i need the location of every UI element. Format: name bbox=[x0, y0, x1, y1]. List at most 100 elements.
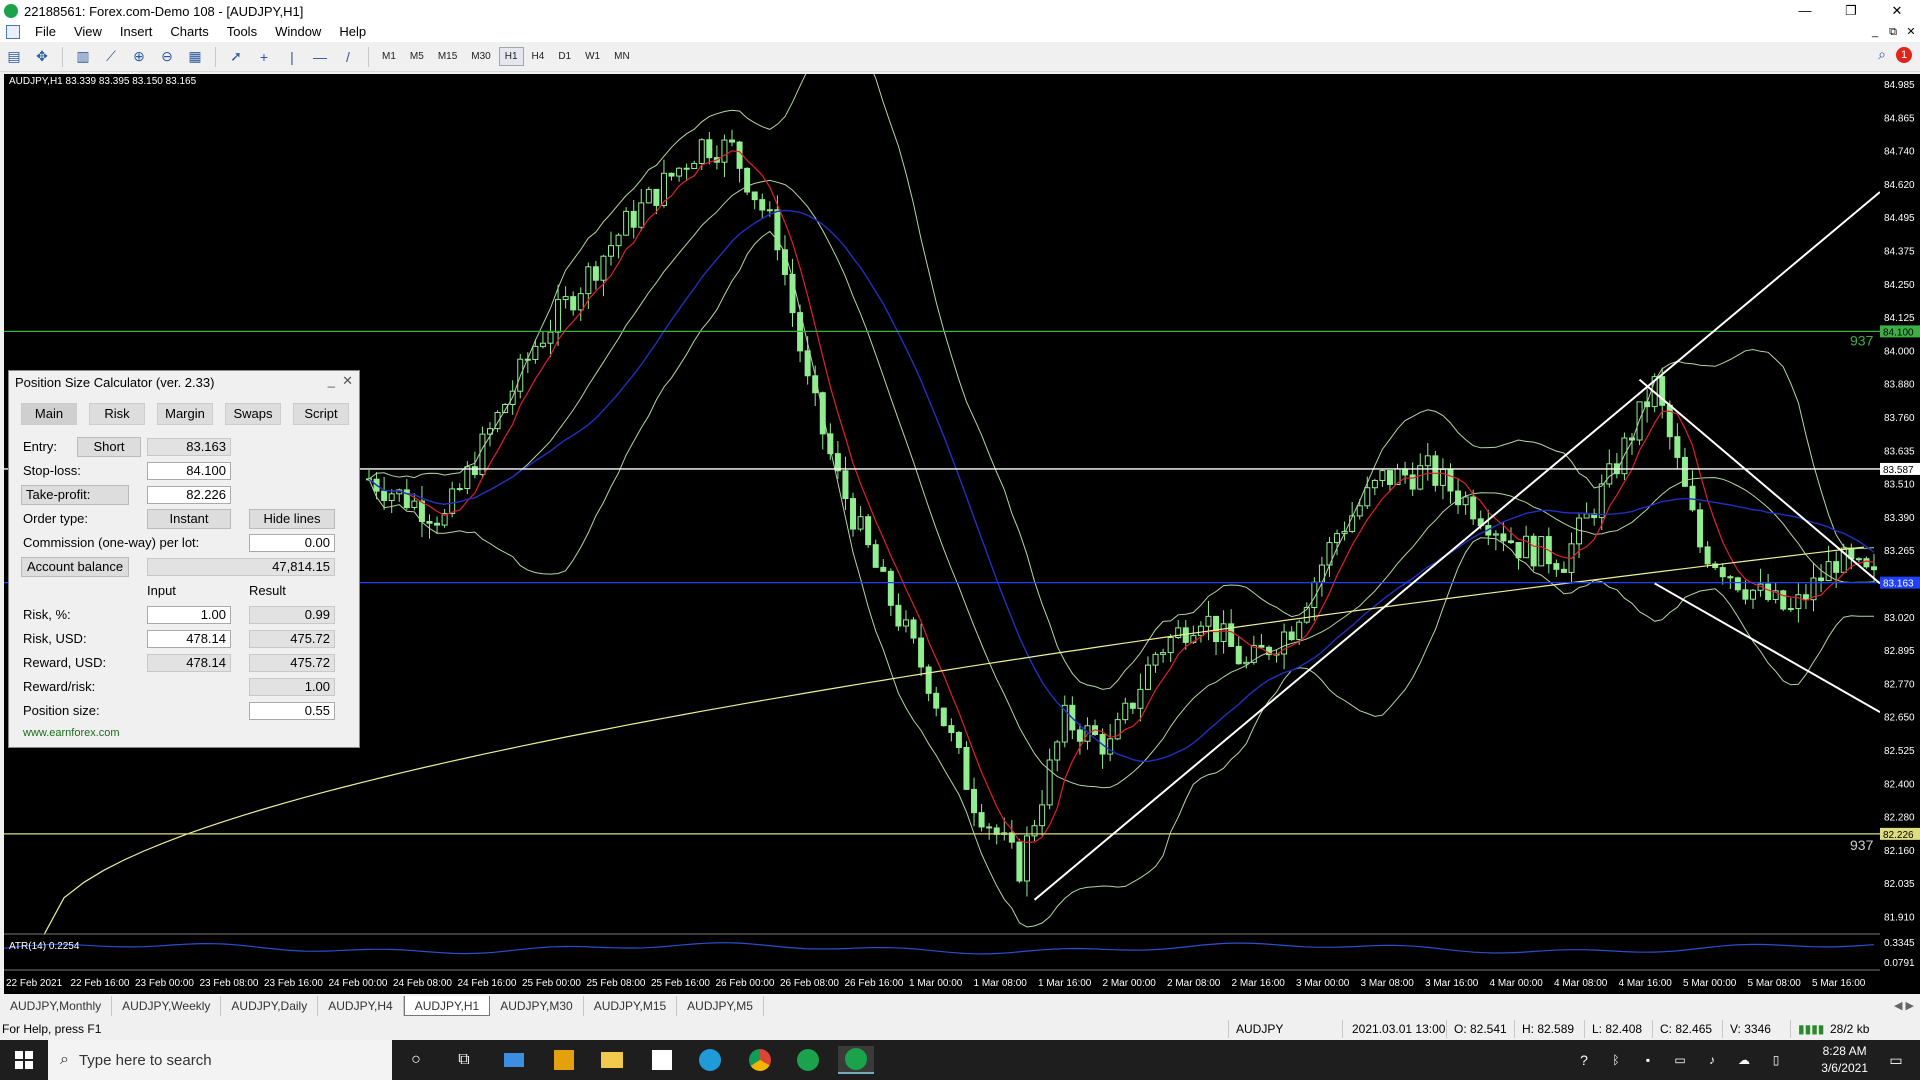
tab-audjpy-monthly[interactable]: AUDJPY,Monthly bbox=[0, 996, 113, 1016]
notifications-icon[interactable]: ▭ bbox=[1878, 1046, 1914, 1074]
tab-swaps[interactable]: Swaps bbox=[225, 403, 281, 425]
tab-margin[interactable]: Margin bbox=[157, 403, 213, 425]
network-icon[interactable]: ▭ bbox=[1662, 1046, 1698, 1074]
help-tray-icon[interactable]: ? bbox=[1566, 1046, 1602, 1074]
menu-tools[interactable]: Tools bbox=[218, 22, 266, 42]
line-chart-icon[interactable]: ⟋ bbox=[100, 46, 122, 68]
mdi-restore-button[interactable]: ⧉ bbox=[1884, 22, 1902, 42]
panel-minimize-button[interactable]: _ bbox=[328, 373, 335, 388]
maximize-button[interactable]: ❐ bbox=[1828, 0, 1874, 22]
zoom-in-icon[interactable]: ⊕ bbox=[128, 46, 150, 68]
bluetooth-icon[interactable]: ᛒ bbox=[1598, 1046, 1634, 1074]
tab-script[interactable]: Script bbox=[293, 403, 349, 425]
tab-audjpy-weekly[interactable]: AUDJPY,Weekly bbox=[112, 996, 222, 1016]
tf-m30[interactable]: M30 bbox=[465, 47, 496, 66]
risk-percent-input[interactable]: 1.00 bbox=[147, 606, 231, 624]
windows-start-icon[interactable] bbox=[0, 1040, 48, 1080]
task-view-icon[interactable]: ⧉ bbox=[446, 1046, 482, 1074]
take-profit-button[interactable]: Take-profit: bbox=[21, 485, 129, 505]
tf-m15[interactable]: M15 bbox=[432, 47, 463, 66]
menu-view[interactable]: View bbox=[65, 22, 111, 42]
vertical-line-icon[interactable]: | bbox=[281, 46, 303, 68]
commission-field[interactable]: 0.00 bbox=[249, 534, 335, 552]
plex-icon[interactable] bbox=[546, 1046, 582, 1074]
menu-window[interactable]: Window bbox=[266, 22, 330, 42]
tf-m1[interactable]: M1 bbox=[376, 47, 402, 66]
position-size-field[interactable]: 0.55 bbox=[249, 702, 335, 720]
stop-loss-field[interactable]: 84.100 bbox=[147, 462, 231, 480]
trendline-icon[interactable]: / bbox=[337, 46, 359, 68]
account-balance-button[interactable]: Account balance bbox=[21, 557, 129, 577]
zoom-out-icon[interactable]: ⊖ bbox=[156, 46, 178, 68]
tf-mn[interactable]: MN bbox=[608, 47, 636, 66]
candle-body bbox=[759, 199, 766, 211]
candle-body bbox=[1296, 621, 1303, 641]
menu-file[interactable]: File bbox=[26, 22, 65, 42]
tab-audjpy-m5[interactable]: AUDJPY,M5 bbox=[677, 996, 764, 1016]
new-chart-icon[interactable]: ▤ bbox=[3, 46, 25, 68]
volume-icon[interactable]: ♪ bbox=[1694, 1046, 1730, 1074]
tab-audjpy-m30[interactable]: AUDJPY,M30 bbox=[490, 996, 584, 1016]
clock[interactable]: 8:28 AM 3/6/2021 bbox=[1821, 1043, 1868, 1077]
tray-app-icon[interactable]: ▪ bbox=[1630, 1046, 1666, 1074]
kinetick-icon[interactable] bbox=[644, 1046, 680, 1074]
minimize-button[interactable]: — bbox=[1782, 0, 1828, 22]
bar-chart-icon[interactable]: ▥ bbox=[72, 46, 94, 68]
price-axis[interactable]: 84.985 84.865 84.740 84.620 84.495 84.375 84.2… bbox=[1880, 74, 1920, 994]
panel-close-button[interactable]: ✕ bbox=[342, 373, 353, 389]
taskbar-search[interactable]: ⌕ Type here to search bbox=[48, 1040, 392, 1080]
onedrive-icon[interactable]: ☁ bbox=[1726, 1046, 1762, 1074]
tab-audjpy-m15[interactable]: AUDJPY,M15 bbox=[584, 996, 678, 1016]
reward-usd-label: Reward, USD: bbox=[23, 655, 107, 670]
search-icon[interactable]: ⌕ bbox=[1878, 46, 1886, 63]
tab-audjpy-h1[interactable]: AUDJPY,H1 bbox=[403, 996, 491, 1016]
hide-lines-button[interactable]: Hide lines bbox=[249, 509, 335, 529]
metatrader-icon[interactable] bbox=[790, 1046, 826, 1074]
tab-risk[interactable]: Risk bbox=[89, 403, 145, 425]
tf-h4[interactable]: H4 bbox=[526, 47, 551, 66]
account-balance-field[interactable]: 47,814.15 bbox=[147, 558, 335, 576]
candle-body bbox=[986, 826, 993, 829]
candle-body bbox=[434, 522, 441, 526]
crosshair-nav-icon[interactable]: ✥ bbox=[31, 46, 53, 68]
tab-main[interactable]: Main bbox=[21, 403, 77, 425]
tab-audjpy-daily[interactable]: AUDJPY,Daily bbox=[221, 996, 319, 1016]
cortana-icon[interactable]: ○ bbox=[398, 1046, 434, 1074]
risk-usd-input[interactable]: 478.14 bbox=[147, 630, 231, 648]
tf-h1[interactable]: H1 bbox=[498, 47, 524, 66]
file-explorer-icon[interactable] bbox=[594, 1046, 630, 1074]
close-button[interactable]: ✕ bbox=[1874, 0, 1920, 22]
menu-help[interactable]: Help bbox=[330, 22, 375, 42]
edge-icon[interactable] bbox=[692, 1046, 728, 1074]
short-button[interactable]: Short bbox=[77, 437, 141, 457]
battery-icon[interactable]: ▯ bbox=[1758, 1046, 1794, 1074]
metatrader-active-icon[interactable] bbox=[838, 1046, 874, 1074]
menu-charts[interactable]: Charts bbox=[161, 22, 217, 42]
document-icon[interactable] bbox=[6, 25, 20, 39]
tab-scroll-arrows[interactable]: ◀ ▶ bbox=[1894, 996, 1914, 1016]
mdi-close-button[interactable]: ✕ bbox=[1902, 22, 1920, 42]
cursor-icon[interactable]: ➚ bbox=[225, 46, 247, 68]
candle-body bbox=[1742, 589, 1749, 600]
computer-icon[interactable] bbox=[496, 1046, 532, 1074]
tf-m5[interactable]: M5 bbox=[404, 47, 430, 66]
menu-insert[interactable]: Insert bbox=[111, 22, 162, 42]
candle-body bbox=[1583, 513, 1590, 519]
tf-d1[interactable]: D1 bbox=[552, 47, 577, 66]
entry-field[interactable]: 83.163 bbox=[147, 438, 231, 456]
candle-body bbox=[1666, 404, 1673, 438]
tf-w1[interactable]: W1 bbox=[579, 47, 606, 66]
horizontal-line-icon[interactable]: — bbox=[309, 46, 331, 68]
candle-body bbox=[1205, 615, 1212, 627]
order-type-button[interactable]: Instant bbox=[147, 509, 231, 529]
chrome-icon[interactable] bbox=[742, 1046, 778, 1074]
candle-body bbox=[1334, 533, 1341, 544]
time-tick-label: 23 Feb 16:00 bbox=[264, 978, 323, 989]
take-profit-field[interactable]: 82.226 bbox=[147, 486, 231, 504]
alert-badge[interactable]: 1 bbox=[1896, 46, 1912, 63]
earnforex-link[interactable]: www.earnforex.com bbox=[23, 727, 120, 739]
mdi-minimize-button[interactable]: _ bbox=[1866, 22, 1884, 42]
crosshair-icon[interactable]: + bbox=[253, 46, 275, 68]
tab-audjpy-h4[interactable]: AUDJPY,H4 bbox=[318, 996, 404, 1016]
tile-windows-icon[interactable]: ▦ bbox=[184, 46, 206, 68]
